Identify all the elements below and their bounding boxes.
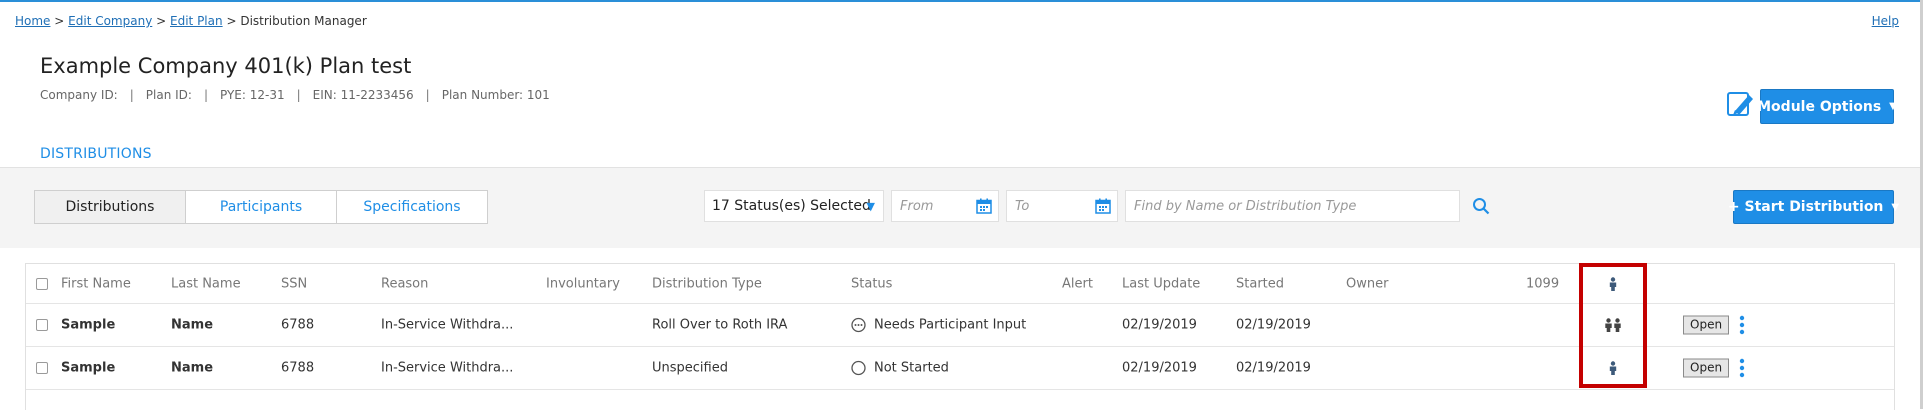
started-cell: 02/19/2019 — [1236, 317, 1311, 333]
column-owner[interactable]: Owner — [1346, 276, 1388, 291]
company-id-label: Company ID: — [40, 88, 118, 102]
last-name-cell: Name — [171, 317, 214, 333]
module-options-button[interactable]: Module Options ▼ — [1757, 89, 1897, 124]
first-name-cell: Sample — [61, 360, 116, 376]
calendar-icon[interactable] — [1095, 198, 1111, 214]
distribution-type-cell: Roll Over to Roth IRA — [652, 317, 788, 333]
status-cell: Not Started — [851, 361, 949, 376]
breadcrumb-edit-company-link[interactable]: Edit Company — [68, 14, 152, 28]
segment-participants[interactable]: Participants — [185, 190, 337, 224]
breadcrumb-current: Distribution Manager — [240, 14, 367, 28]
column-first-name[interactable]: First Name — [61, 276, 131, 291]
distribution-type-cell: Unspecified — [652, 360, 728, 376]
meta-separator: | — [296, 88, 301, 102]
column-ssn[interactable]: SSN — [281, 276, 307, 291]
highlight-box — [1579, 263, 1647, 388]
search-input[interactable] — [1125, 190, 1460, 222]
caret-down-icon: ▼ — [1891, 201, 1900, 213]
breadcrumb-separator: > — [54, 14, 65, 28]
module-options-label: Module Options — [1757, 98, 1882, 115]
breadcrumb-home-link[interactable]: Home — [15, 14, 50, 28]
breadcrumb-edit-plan-link[interactable]: Edit Plan — [170, 14, 223, 28]
column-alert[interactable]: Alert — [1062, 276, 1093, 291]
status-filter-select[interactable]: 17 Status(es) Selected ▼ — [704, 190, 884, 222]
ssn-cell: 6788 — [281, 317, 315, 333]
status-cell: Needs Participant Input — [851, 318, 1026, 333]
column-status[interactable]: Status — [851, 276, 892, 291]
ssn-cell: 6788 — [281, 360, 315, 376]
meta-separator: | — [203, 88, 208, 102]
from-date-placeholder: From — [900, 198, 934, 214]
from-date-field[interactable]: From — [891, 190, 999, 222]
search-icon[interactable] — [1472, 197, 1490, 215]
plan-meta: Company ID: | Plan ID: | PYE: 12-31 | EIN: 11-… — [40, 88, 550, 102]
breadcrumb: Home > Edit Company > Edit Plan > Distri… — [15, 14, 367, 28]
status-text: Needs Participant Input — [874, 317, 1027, 333]
column-started[interactable]: Started — [1236, 276, 1284, 291]
status-text: Not Started — [874, 360, 949, 376]
select-all-checkbox[interactable] — [36, 277, 48, 290]
started-cell: 02/19/2019 — [1236, 360, 1311, 376]
ellipsis-circle-icon — [851, 317, 866, 333]
top-accent-line — [0, 0, 1923, 2]
more-options-icon[interactable] — [1739, 315, 1745, 335]
open-button[interactable]: Open — [1683, 315, 1730, 335]
start-distribution-button[interactable]: + Start Distribution ▼ — [1728, 190, 1899, 224]
plan-number-label: Plan Number: 101 — [441, 88, 550, 102]
column-1099[interactable]: 1099 — [1526, 276, 1559, 291]
to-date-placeholder: To — [1015, 198, 1030, 214]
start-distribution-label: + Start Distribution — [1727, 199, 1884, 215]
column-reason[interactable]: Reason — [381, 276, 428, 291]
caret-down-icon: ▼ — [1889, 101, 1897, 112]
segment-distributions[interactable]: Distributions — [34, 190, 186, 224]
row-checkbox[interactable] — [36, 319, 48, 331]
breadcrumb-separator: > — [226, 14, 237, 28]
reason-cell: In-Service Withdra... — [381, 317, 514, 333]
to-date-field[interactable]: To — [1006, 190, 1118, 222]
column-last-name[interactable]: Last Name — [171, 276, 241, 291]
segment-specifications[interactable]: Specifications — [336, 190, 488, 224]
last-name-cell: Name — [171, 360, 214, 376]
ein-label: EIN: 11-2233456 — [312, 88, 414, 102]
pye-label: PYE: 12-31 — [220, 88, 285, 102]
column-involuntary[interactable]: Involuntary — [546, 276, 620, 291]
meta-separator: | — [129, 88, 134, 102]
plan-id-label: Plan ID: — [145, 88, 192, 102]
last-update-cell: 02/19/2019 — [1122, 317, 1197, 333]
status-filter-label: 17 Status(es) Selected — [712, 198, 871, 214]
open-button[interactable]: Open — [1683, 358, 1730, 378]
reason-cell: In-Service Withdra... — [381, 360, 514, 376]
first-name-cell: Sample — [61, 317, 116, 333]
column-distribution-type[interactable]: Distribution Type — [652, 276, 762, 291]
view-segment-control: Distributions Participants Specification… — [34, 190, 488, 224]
column-last-update[interactable]: Last Update — [1122, 276, 1200, 291]
page-title: Example Company 401(k) Plan test — [40, 54, 412, 78]
meta-separator: | — [425, 88, 430, 102]
edit-document-icon[interactable] — [1725, 89, 1755, 119]
calendar-icon[interactable] — [976, 198, 992, 214]
breadcrumb-separator: > — [156, 14, 167, 28]
help-link[interactable]: Help — [1872, 14, 1899, 28]
row-checkbox[interactable] — [36, 362, 48, 374]
caret-down-icon: ▼ — [866, 200, 875, 213]
empty-circle-icon — [851, 360, 866, 376]
last-update-cell: 02/19/2019 — [1122, 360, 1197, 376]
more-options-icon[interactable] — [1739, 358, 1745, 378]
